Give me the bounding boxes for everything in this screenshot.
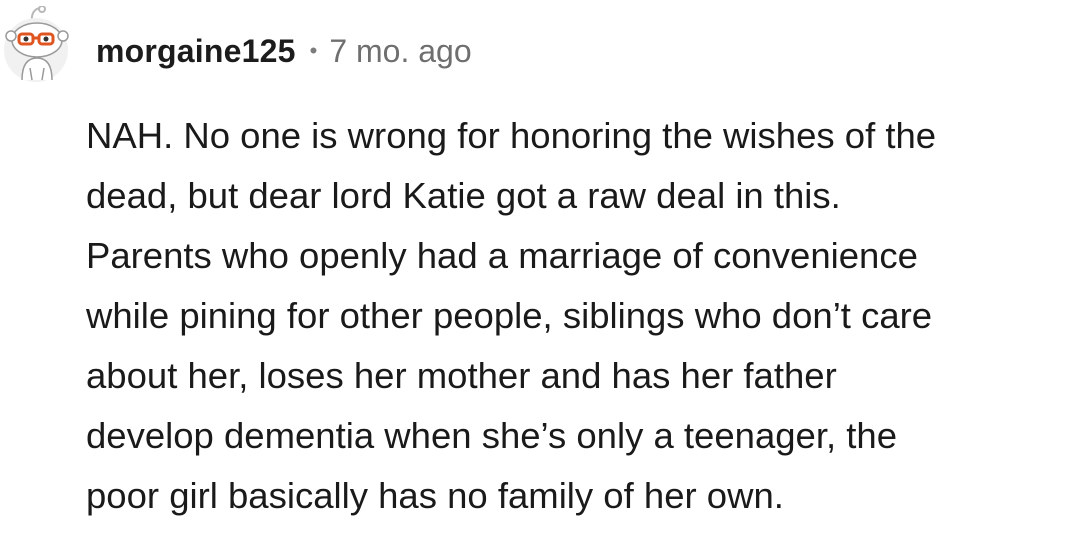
meta-separator: •: [309, 38, 318, 63]
comment-body-line: dead, but dear lord Katie got a raw deal…: [86, 175, 841, 216]
snoo-avatar-with-glasses-icon: [4, 6, 69, 82]
username-link[interactable]: morgaine125: [96, 33, 296, 70]
comment-body-line: NAH. No one is wrong for honoring the wi…: [86, 115, 937, 156]
comment: morgaine125 • 7 mo. ago NAH. No one is w…: [0, 0, 1080, 554]
comment-body: NAH. No one is wrong for honoring the wi…: [86, 106, 1070, 526]
comment-body-line: while pining for other people, siblings …: [86, 295, 933, 336]
comment-body-line: develop dementia when she’s only a teena…: [86, 415, 898, 456]
comment-body-line: poor girl basically has no family of her…: [86, 475, 784, 516]
user-avatar[interactable]: [2, 6, 70, 84]
comment-meta: morgaine125 • 7 mo. ago: [96, 30, 472, 72]
comment-body-line: Parents who openly had a marriage of con…: [86, 235, 918, 276]
comment-timestamp[interactable]: 7 mo. ago: [329, 33, 471, 70]
comment-body-line: about her, loses her mother and has her …: [86, 355, 837, 396]
